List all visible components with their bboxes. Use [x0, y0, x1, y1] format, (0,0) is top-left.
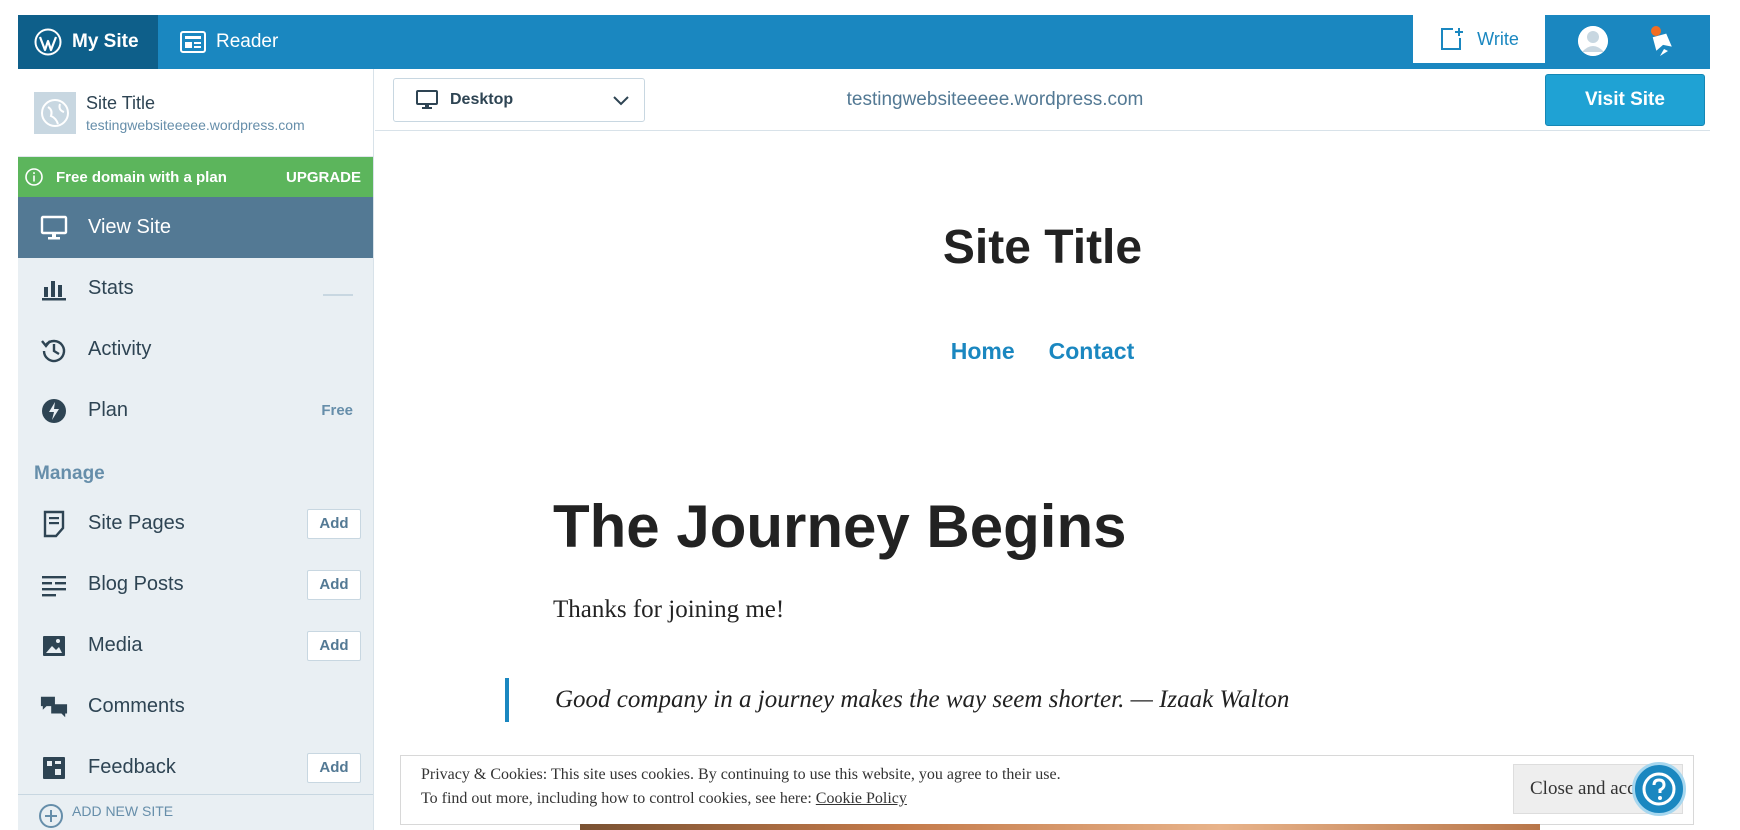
sidebar-item-feedback[interactable]: Feedback Add	[18, 737, 373, 798]
add-page-button[interactable]: Add	[307, 508, 361, 539]
write-label: Write	[1477, 28, 1519, 49]
preview-site-title[interactable]: Site Title	[375, 220, 1710, 275]
post-blockquote: Good company in a journey makes the way …	[505, 678, 1289, 722]
monitor-icon	[416, 90, 438, 109]
wordpress-logo-icon	[34, 28, 62, 56]
avatar-icon[interactable]	[1578, 26, 1608, 56]
plan-icon	[40, 397, 68, 425]
comments-icon	[40, 693, 68, 721]
plan-badge: Free	[321, 402, 353, 419]
info-icon	[25, 168, 43, 186]
preview-menu-home[interactable]: Home	[951, 338, 1015, 365]
upgrade-text: Free domain with a plan	[56, 168, 227, 186]
globe-icon	[34, 91, 76, 134]
site-card[interactable]: Site Title testingwebsiteeeee.wordpress.…	[18, 69, 373, 157]
stats-icon	[40, 275, 68, 303]
sidebar-item-label: Blog Posts	[88, 573, 184, 595]
post-paragraph: Thanks for joining me!	[553, 596, 785, 623]
sidebar: Site Title testingwebsiteeeee.wordpress.…	[18, 69, 374, 830]
sidebar-item-media[interactable]: Media Add	[18, 615, 373, 676]
sidebar-item-comments[interactable]: Comments	[18, 676, 373, 737]
site-name: Site Title	[86, 92, 156, 113]
chevron-down-icon	[613, 96, 629, 106]
add-media-button[interactable]: Add	[307, 630, 361, 661]
cookie-banner: Privacy & Cookies: This site uses cookie…	[400, 755, 1694, 825]
cookie-text-line2: To find out more, including how to contr…	[421, 790, 907, 808]
add-post-button[interactable]: Add	[307, 569, 361, 600]
sidebar-item-view-site[interactable]: View Site	[18, 197, 373, 258]
media-icon	[40, 632, 68, 660]
preview-nav-menu: Home Contact	[375, 338, 1710, 365]
upgrade-button[interactable]: UPGRADE	[286, 169, 361, 186]
sidebar-item-activity[interactable]: Activity	[18, 319, 373, 380]
sidebar-item-label: Stats	[88, 277, 134, 299]
preview-toolbar: Desktop testingwebsiteeeee.wordpress.com…	[375, 69, 1710, 131]
add-new-site-link[interactable]: ADD NEW SITE	[18, 794, 373, 830]
preview-url: testingwebsiteeeee.wordpress.com	[846, 89, 1144, 110]
sidebar-item-label: Comments	[88, 695, 185, 717]
my-site-label: My Site	[72, 31, 139, 52]
add-feedback-button[interactable]: Add	[307, 752, 361, 783]
posts-icon	[40, 571, 68, 599]
masterbar: My Site Reader Write	[18, 15, 1710, 69]
quote-text: Good company in a journey makes the way …	[555, 686, 1290, 713]
sidebar-item-label: Site Pages	[88, 512, 185, 534]
notifications-icon[interactable]	[1648, 23, 1680, 59]
sidebar-item-label: View Site	[88, 216, 172, 238]
device-select[interactable]: Desktop	[393, 78, 645, 122]
my-site-tab[interactable]: My Site	[18, 15, 158, 69]
visit-site-button[interactable]: Visit Site	[1545, 74, 1705, 126]
monitor-icon	[40, 214, 68, 242]
upgrade-nudge[interactable]: Free domain with a plan UPGRADE	[18, 157, 373, 197]
reader-label: Reader	[216, 31, 279, 52]
stats-sparkline	[323, 293, 353, 296]
header-image-strip	[580, 824, 1540, 830]
pages-icon	[40, 510, 68, 538]
history-icon	[40, 336, 68, 364]
site-preview: Site Title Home Contact The Journey Begi…	[375, 132, 1710, 830]
site-url: testingwebsiteeeee.wordpress.com	[86, 116, 305, 133]
write-icon	[1441, 28, 1464, 50]
device-select-value: Desktop	[450, 91, 514, 108]
sidebar-item-site-pages[interactable]: Site Pages Add	[18, 493, 373, 554]
sidebar-item-label: Plan	[88, 399, 129, 421]
sidebar-item-stats[interactable]: Stats	[18, 258, 373, 319]
reader-tab[interactable]: Reader	[160, 15, 278, 69]
cookie-text-line1: Privacy & Cookies: This site uses cookie…	[421, 766, 1061, 783]
sidebar-item-blog-posts[interactable]: Blog Posts Add	[18, 554, 373, 615]
write-button[interactable]: Write	[1413, 15, 1545, 63]
add-new-site-label: ADD NEW SITE	[72, 803, 174, 819]
cookie-policy-link[interactable]: Cookie Policy	[816, 790, 907, 807]
manage-heading: Manage	[34, 463, 105, 484]
cookie-text-prefix: To find out more, including how to contr…	[421, 790, 816, 807]
plus-circle-icon	[39, 804, 63, 828]
reader-icon	[180, 31, 206, 53]
preview-menu-contact[interactable]: Contact	[1049, 338, 1135, 365]
help-icon[interactable]	[1632, 762, 1686, 816]
sidebar-item-label: Feedback	[88, 756, 176, 778]
sidebar-item-plan[interactable]: Plan Free	[18, 380, 373, 441]
sidebar-item-label: Activity	[88, 338, 152, 360]
feedback-icon	[40, 754, 68, 782]
post-title[interactable]: The Journey Begins	[553, 492, 1126, 561]
sidebar-item-label: Media	[88, 634, 143, 656]
